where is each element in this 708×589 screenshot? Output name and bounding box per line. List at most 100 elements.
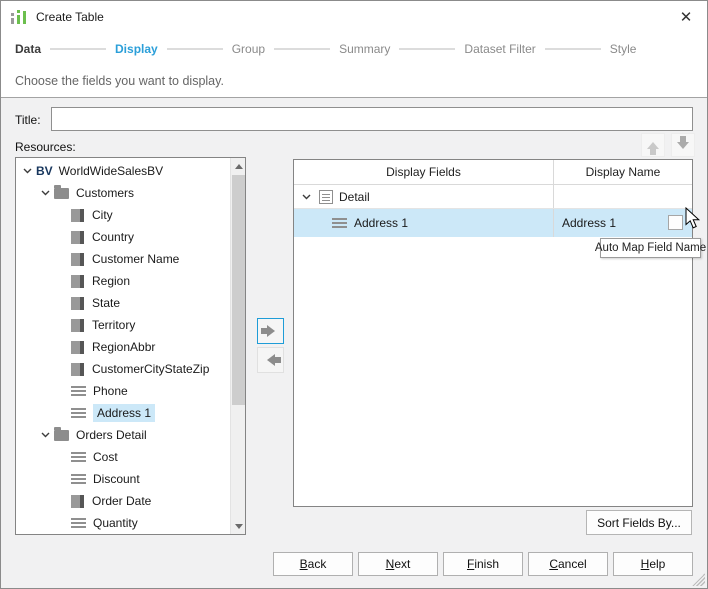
tree-item-territory[interactable]: Territory <box>16 314 229 336</box>
resources-label: Resources: <box>15 140 76 154</box>
tree-item-phone[interactable]: Phone <box>16 380 229 402</box>
cancel-button[interactable]: Cancel <box>528 552 608 576</box>
tree-item-label: Orders Detail <box>76 428 147 442</box>
tree-item-label: Discount <box>93 472 140 486</box>
tree-item-label: CustomerCityStateZip <box>92 362 209 376</box>
chevron-down-icon[interactable] <box>21 165 33 177</box>
display-name-value[interactable]: Address 1 <box>562 216 616 230</box>
step-summary[interactable]: Summary <box>339 42 390 56</box>
step-connector <box>167 48 223 50</box>
text-field-icon <box>71 451 86 463</box>
help-button[interactable]: Help <box>613 552 693 576</box>
dialog-title: Create Table <box>36 10 104 24</box>
tree-item-label-selected: Address 1 <box>93 404 155 422</box>
tree-item-customercitystatezip[interactable]: CustomerCityStateZip <box>16 358 229 380</box>
tree-item-worldwidesalesbv[interactable]: BV WorldWideSalesBV <box>16 160 229 182</box>
title-field-label: Title: <box>15 113 41 127</box>
step-connector <box>399 48 455 50</box>
detail-section-icon <box>319 190 333 204</box>
arrow-right-icon <box>267 325 275 337</box>
resize-grip[interactable] <box>692 573 705 586</box>
title-input[interactable] <box>51 107 693 131</box>
back-button[interactable]: Back <box>273 552 353 576</box>
column-field-icon <box>71 275 84 288</box>
tree-item-discount[interactable]: Discount <box>16 468 229 490</box>
detail-display-name-cell[interactable] <box>554 185 692 208</box>
chevron-down-icon[interactable] <box>300 191 312 203</box>
auto-map-tooltip: Auto Map Field Name <box>600 238 701 258</box>
tree-item-quantity[interactable]: Quantity <box>16 512 229 534</box>
scroll-up-icon[interactable] <box>231 158 246 174</box>
scrollbar-thumb[interactable] <box>232 175 245 405</box>
table-row-detail[interactable]: Detail <box>294 185 692 209</box>
move-up-button[interactable] <box>641 133 665 157</box>
title-bar: Create Table ✕ <box>1 1 707 33</box>
text-field-icon <box>71 517 86 529</box>
tree-item-cost[interactable]: Cost <box>16 446 229 468</box>
tree-item-label: Customers <box>76 186 134 200</box>
scroll-down-icon[interactable] <box>231 518 246 534</box>
tree-item-state[interactable]: State <box>16 292 229 314</box>
tree-item-label: Region <box>92 274 130 288</box>
tree-item-label: WorldWideSalesBV <box>59 164 163 178</box>
add-field-button[interactable] <box>257 318 284 344</box>
tree-item-label: Customer Name <box>92 252 179 266</box>
step-group[interactable]: Group <box>232 42 265 56</box>
create-table-dialog: Create Table ✕ Data Display Group Summar… <box>0 0 708 589</box>
header-display-fields[interactable]: Display Fields <box>294 160 554 184</box>
text-field-icon <box>71 385 86 397</box>
text-field-icon <box>332 217 347 229</box>
column-field-icon <box>71 209 84 222</box>
step-connector <box>274 48 330 50</box>
column-field-icon <box>71 363 84 376</box>
tree-item-orders-detail[interactable]: Orders Detail <box>16 424 229 446</box>
close-icon[interactable]: ✕ <box>675 6 697 28</box>
tree-item-label: Cost <box>93 450 118 464</box>
tree-item-label: Quantity <box>93 516 138 530</box>
tree-item-city[interactable]: City <box>16 204 229 226</box>
auto-map-checkbox[interactable] <box>668 215 683 230</box>
column-field-icon <box>71 319 84 332</box>
chevron-down-icon[interactable] <box>39 187 51 199</box>
remove-field-button[interactable] <box>257 347 284 373</box>
tree-item-label: Country <box>92 230 134 244</box>
step-style[interactable]: Style <box>610 42 637 56</box>
tree-item-label: Phone <box>93 384 128 398</box>
tree-item-region[interactable]: Region <box>16 270 229 292</box>
arrow-left-icon <box>267 354 275 366</box>
tree-item-regionabbr[interactable]: RegionAbbr <box>16 336 229 358</box>
tree-item-country[interactable]: Country <box>16 226 229 248</box>
tree-item-order-date[interactable]: Order Date <box>16 490 229 512</box>
step-connector <box>545 48 601 50</box>
wizard-steps: Data Display Group Summary Dataset Filte… <box>1 33 707 64</box>
tree-item-customer-name[interactable]: Customer Name <box>16 248 229 270</box>
text-field-icon <box>71 473 86 485</box>
field-row-label: Address 1 <box>354 216 408 230</box>
column-field-icon <box>71 495 84 508</box>
step-connector <box>50 48 106 50</box>
table-row-address-1[interactable]: Address 1 Address 1 <box>294 209 692 237</box>
sort-fields-by-button[interactable]: Sort Fields By... <box>586 510 692 535</box>
chevron-down-icon[interactable] <box>39 429 51 441</box>
tree-item-label: Territory <box>92 318 135 332</box>
finish-button[interactable]: Finish <box>443 552 523 576</box>
detail-row-label: Detail <box>339 190 370 204</box>
move-down-button[interactable] <box>671 133 695 157</box>
display-fields-table: Display Fields Display Name Detail Addre… <box>293 159 693 507</box>
arrow-up-icon <box>647 142 659 149</box>
app-chart-icon <box>11 9 28 25</box>
tree-scrollbar[interactable] <box>230 158 245 534</box>
column-field-icon <box>71 253 84 266</box>
step-data[interactable]: Data <box>15 42 41 56</box>
tree-item-customers[interactable]: Customers <box>16 182 229 204</box>
folder-icon <box>54 188 69 199</box>
step-display[interactable]: Display <box>115 42 158 56</box>
next-button[interactable]: Next <box>358 552 438 576</box>
text-field-icon <box>71 407 86 419</box>
header-display-name[interactable]: Display Name <box>554 160 692 184</box>
column-field-icon <box>71 297 84 310</box>
folder-icon <box>54 430 69 441</box>
step-dataset-filter[interactable]: Dataset Filter <box>464 42 535 56</box>
tree-item-address-1[interactable]: Address 1 <box>16 402 229 424</box>
column-field-icon <box>71 341 84 354</box>
